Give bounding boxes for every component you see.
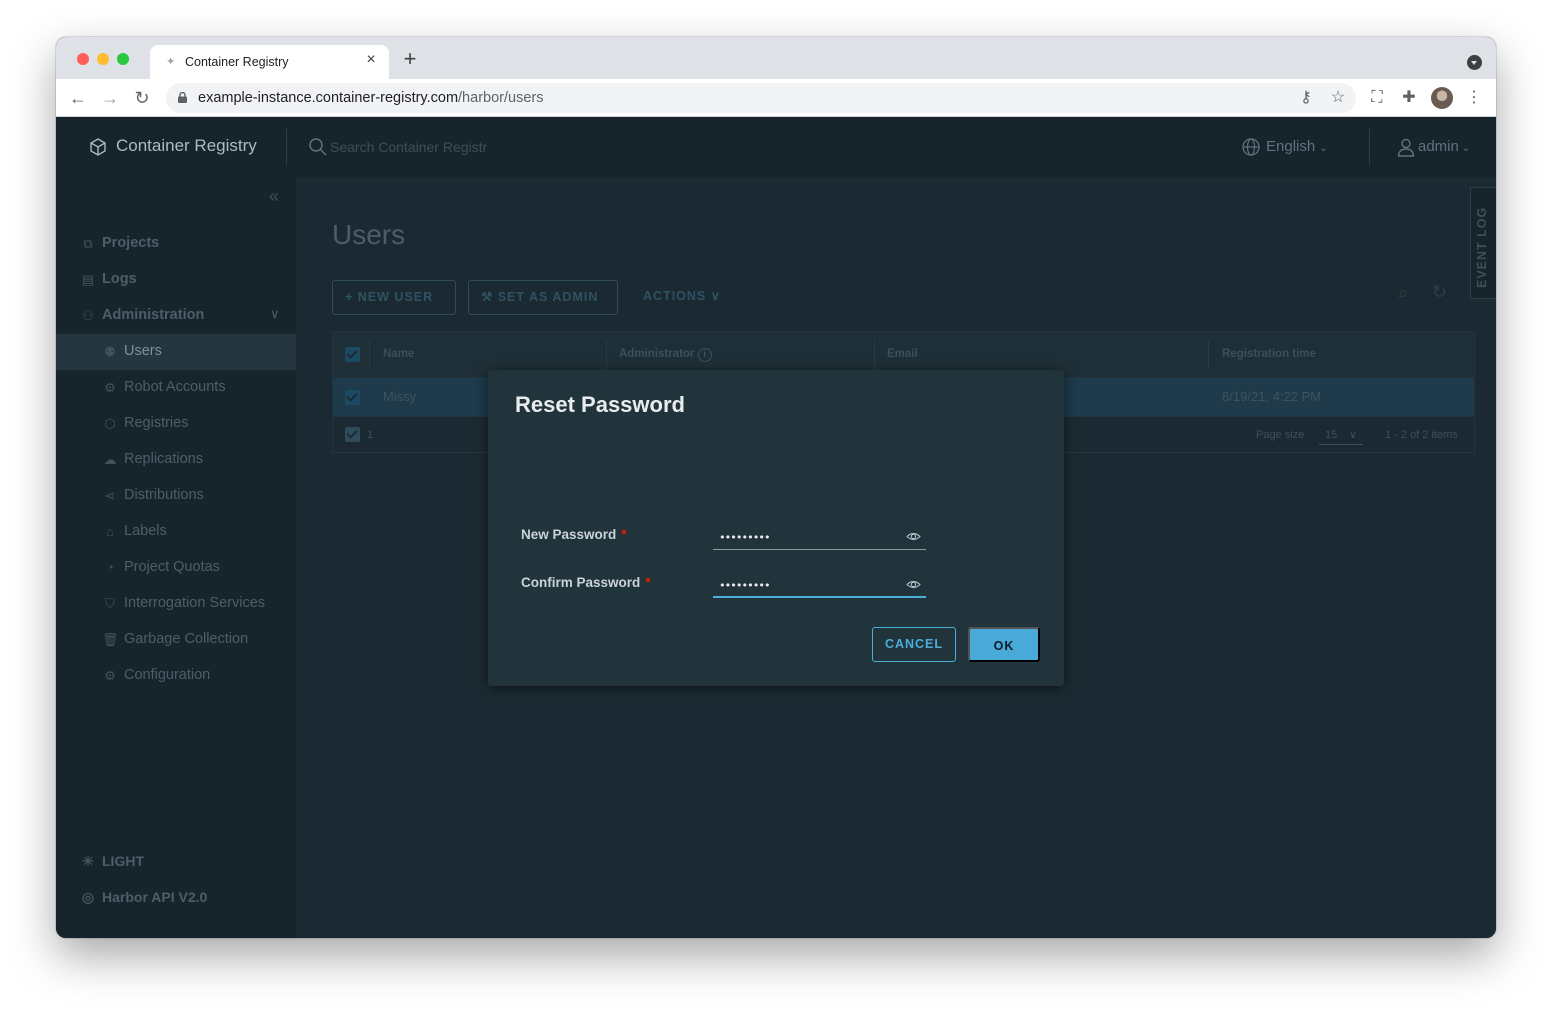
lock-icon [178,92,187,103]
key-icon[interactable]: ⚷ [1296,88,1316,108]
tab-favicon-icon: ✦ [166,56,176,68]
dialog-title: Reset Password [515,392,685,417]
window-maximize-button[interactable] [117,53,129,65]
new-password-input[interactable] [719,526,899,548]
new-password-field-wrapper [713,524,926,550]
tab-strip: ✦ Container Registry × + [56,37,1496,79]
extensions-icon[interactable]: ✚ [1399,88,1419,108]
window-minimize-button[interactable] [97,53,109,65]
profile-avatar[interactable] [1431,87,1453,109]
url-text: example-instance.container-registry.com/… [198,90,544,106]
window-close-button[interactable] [77,53,89,65]
required-marker: * [621,527,627,542]
confirm-password-input[interactable] [719,574,899,596]
reload-icon[interactable]: ↻ [132,88,152,108]
tab-title: Container Registry [185,55,289,69]
browser-toolbar: ← → ↻ example-instance.container-registr… [56,79,1496,117]
new-tab-button[interactable]: + [401,48,419,70]
browser-tab[interactable]: ✦ Container Registry × [150,45,389,79]
confirm-password-label: Confirm Password * [521,575,651,590]
address-bar[interactable]: example-instance.container-registry.com/… [166,83,1356,113]
required-marker: * [645,575,651,590]
cancel-button[interactable]: CANCEL [872,627,956,662]
harbor-app: Container Registry English ⌄ admin ⌄ « [56,117,1496,938]
show-password-eye-icon[interactable] [906,577,921,592]
ok-button[interactable]: OK [968,627,1040,662]
menu-kebab-icon[interactable]: ⋮ [1464,88,1484,108]
tab-close-icon[interactable]: × [363,52,379,68]
back-icon[interactable]: ← [68,88,88,108]
tab-search-icon[interactable] [1467,55,1482,70]
confirm-password-field-wrapper [713,572,926,598]
bookmark-star-icon[interactable]: ☆ [1328,88,1348,108]
new-password-label: New Password * [521,527,627,542]
forward-icon[interactable]: → [100,88,120,108]
browser-window: ✦ Container Registry × + ← → ↻ example-i… [56,37,1496,938]
screen-capture-icon[interactable]: ⛶ [1367,88,1387,108]
reset-password-dialog: Reset Password New Password* Confirm Pas… [488,370,1064,686]
show-password-eye-icon[interactable] [906,529,921,544]
